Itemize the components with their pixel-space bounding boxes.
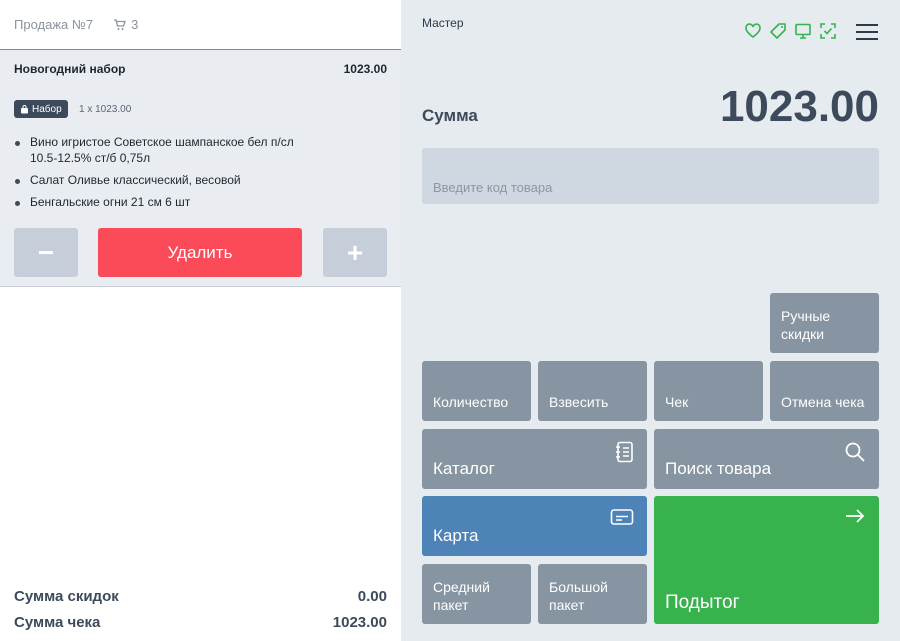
subtotal-label: Подытог (665, 592, 740, 613)
tag-icon[interactable] (769, 22, 787, 40)
hamburger-menu-icon[interactable] (856, 24, 878, 45)
quantity-label: Количество (433, 394, 509, 410)
weigh-label: Взвесить (549, 394, 609, 410)
subtotal-button[interactable]: Подытог (654, 496, 879, 624)
monitor-icon[interactable] (794, 22, 812, 40)
catalog-button[interactable]: Каталог (422, 429, 647, 489)
scan-check-icon[interactable] (819, 22, 837, 40)
discount-total-label: Сумма скидок (14, 588, 119, 605)
card-button[interactable]: Карта (422, 496, 647, 556)
cart-icon (114, 18, 126, 30)
arrow-right-icon (844, 508, 866, 527)
bag-icon (21, 104, 28, 113)
discount-total-row: Сумма скидок 0.00 (14, 588, 387, 605)
cashier-panel: Мастер Сумма 1023.00 Ручные скидки Колич… (401, 0, 900, 641)
search-product-label: Поиск товара (665, 459, 772, 478)
check-total-label: Сумма чека (14, 614, 101, 631)
receipt-item[interactable]: Новогодний набор 1023.00 Набор 1 x 1023.… (0, 50, 401, 287)
catalog-icon (614, 441, 634, 468)
mode-label: Мастер (422, 16, 464, 30)
sum-value: 1023.00 (719, 82, 879, 131)
item-price: 1023.00 (343, 62, 387, 76)
weigh-button[interactable]: Взвесить (538, 361, 647, 421)
large-bag-button[interactable]: Большой пакет (538, 564, 647, 624)
search-product-button[interactable]: Поиск товара (654, 429, 879, 489)
large-bag-label: Большой пакет (549, 579, 608, 613)
set-components: Вино игристое Советское шампанское бел п… (14, 134, 314, 216)
cancel-receipt-button[interactable]: Отмена чека (770, 361, 879, 421)
card-label: Карта (433, 526, 479, 545)
product-code-input[interactable] (422, 148, 879, 204)
status-icons (744, 22, 837, 40)
quantity-button[interactable]: Количество (422, 361, 531, 421)
search-icon (844, 441, 866, 468)
check-total-value: 1023.00 (332, 614, 387, 631)
cancel-receipt-label: Отмена чека (781, 394, 865, 410)
list-item: Вино игристое Советское шампанское бел п… (14, 134, 314, 166)
heart-icon[interactable] (744, 22, 762, 40)
manual-discount-label: Ручные скидки (781, 308, 831, 342)
badge-label: Набор (32, 103, 62, 115)
receipt-button[interactable]: Чек (654, 361, 763, 421)
list-item: Салат Оливье классический, весовой (14, 172, 314, 188)
list-item: Бенгальские огни 21 см 6 шт (14, 194, 314, 210)
item-quantity: 1 x 1023.00 (79, 104, 132, 115)
set-badge: Набор (14, 100, 68, 118)
discount-total-value: 0.00 (357, 588, 387, 605)
cart-counter: 3 (113, 17, 138, 32)
manual-discount-button[interactable]: Ручные скидки (770, 293, 879, 353)
delete-button[interactable]: Удалить (98, 228, 302, 277)
receipt-panel: Продажа №7 3 Новогодний набор 1023.00 На… (0, 0, 401, 641)
medium-bag-button[interactable]: Средний пакет (422, 564, 531, 624)
credit-card-icon (610, 508, 634, 531)
catalog-label: Каталог (433, 459, 495, 478)
sale-header: Продажа №7 3 (0, 0, 401, 50)
item-name: Новогодний набор (14, 62, 126, 76)
medium-bag-label: Средний пакет (433, 579, 490, 613)
sum-label: Сумма (422, 106, 478, 125)
decrease-button[interactable]: − (14, 228, 78, 277)
sale-title: Продажа №7 (14, 17, 94, 32)
receipt-label: Чек (665, 394, 689, 410)
check-total-row: Сумма чека 1023.00 (14, 614, 387, 631)
increase-button[interactable]: + (323, 228, 387, 277)
cart-count: 3 (131, 17, 139, 32)
